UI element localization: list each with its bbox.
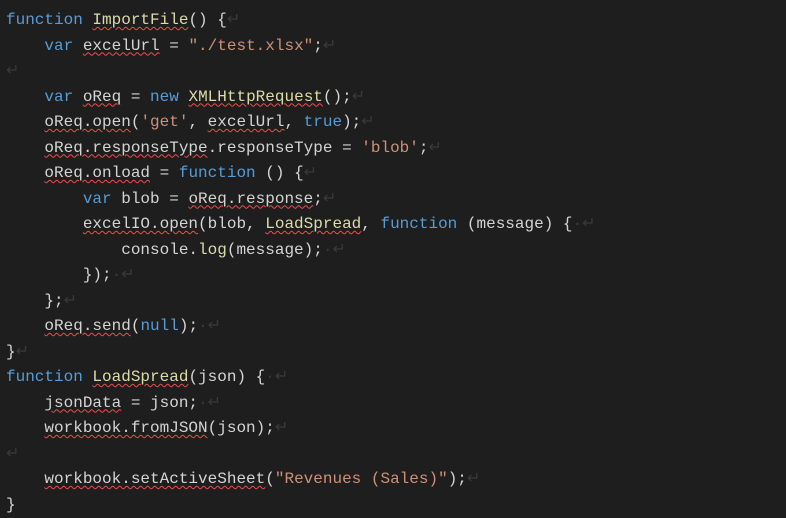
string-get: 'get' bbox=[140, 113, 188, 131]
code-block: function ImportFile() {↵ var excelUrl = … bbox=[6, 8, 780, 518]
identifier-excelio-open: excelIO.open bbox=[83, 215, 198, 233]
identifier-jsondata: jsonData bbox=[44, 394, 121, 412]
text-console: console. bbox=[6, 241, 198, 259]
whitespace-return: ↵ bbox=[582, 215, 595, 233]
whitespace-return: ↵ bbox=[304, 164, 317, 182]
identifier-oreq-open: oReq.open bbox=[44, 113, 130, 131]
text-json-eq: = json; bbox=[121, 394, 198, 412]
text-assign-eq: = bbox=[150, 164, 179, 182]
keyword-new: new bbox=[150, 88, 179, 106]
string-path: "./test.xlsx" bbox=[188, 37, 313, 55]
whitespace-dot: · bbox=[198, 394, 208, 412]
whitespace-return: ↵ bbox=[323, 190, 336, 208]
text-json-arg: (json); bbox=[208, 419, 275, 437]
whitespace-return: ↵ bbox=[6, 445, 19, 463]
whitespace-return: ↵ bbox=[428, 139, 441, 157]
text-json-param: (json) { bbox=[188, 368, 265, 386]
text-blob-eq: blob = bbox=[112, 190, 189, 208]
keyword-var: var bbox=[44, 37, 73, 55]
whitespace-return: ↵ bbox=[208, 394, 221, 412]
whitespace-dot: · bbox=[265, 368, 275, 386]
identifier-excelurl-arg: excelUrl bbox=[208, 113, 285, 131]
whitespace-return: ↵ bbox=[361, 113, 374, 131]
whitespace-return: ↵ bbox=[64, 292, 77, 310]
keyword-var: var bbox=[83, 190, 112, 208]
keyword-function: function bbox=[6, 368, 83, 386]
text-assign-responsetype: .responseType = bbox=[208, 139, 362, 157]
whitespace-dot: · bbox=[198, 317, 208, 335]
identifier-oreq-send: oReq.send bbox=[44, 317, 130, 335]
function-name-loadspread: LoadSpread bbox=[92, 368, 188, 386]
whitespace-dot: · bbox=[112, 266, 122, 284]
identifier-oreq-onload: oReq.onload bbox=[44, 164, 150, 182]
identifier-workbook-fromjson: workbook.fromJSON bbox=[44, 419, 207, 437]
whitespace-dot: · bbox=[573, 215, 583, 233]
text-message-arg: (message); bbox=[227, 241, 323, 259]
string-sheet: "Revenues (Sales)" bbox=[275, 470, 448, 488]
class-xmlhttprequest: XMLHttpRequest bbox=[188, 88, 322, 106]
whitespace-return: ↵ bbox=[227, 11, 240, 29]
whitespace-return: ↵ bbox=[275, 368, 288, 386]
whitespace-return: ↵ bbox=[323, 37, 336, 55]
string-blob: 'blob' bbox=[361, 139, 419, 157]
identifier-oreq-responsetype: oReq.responseType bbox=[44, 139, 207, 157]
keyword-null: null bbox=[140, 317, 178, 335]
whitespace-return: ↵ bbox=[16, 343, 29, 361]
keyword-function: function bbox=[6, 11, 83, 29]
whitespace-return: ↵ bbox=[6, 62, 19, 80]
identifier-excelurl: excelUrl bbox=[83, 37, 160, 55]
whitespace-return: ↵ bbox=[332, 241, 345, 259]
identifier-oreq: oReq bbox=[83, 88, 121, 106]
whitespace-return: ↵ bbox=[121, 266, 134, 284]
function-loadspread-ref: LoadSpread bbox=[265, 215, 361, 233]
identifier-workbook-setactivesheet: workbook.setActiveSheet bbox=[44, 470, 265, 488]
whitespace-return: ↵ bbox=[352, 88, 365, 106]
function-log: log bbox=[198, 241, 227, 259]
identifier-oreq-response: oReq.response bbox=[188, 190, 313, 208]
keyword-function: function bbox=[179, 164, 256, 182]
whitespace-return: ↵ bbox=[208, 317, 221, 335]
function-name-importfile: ImportFile bbox=[92, 11, 188, 29]
keyword-true: true bbox=[304, 113, 342, 131]
keyword-var: var bbox=[44, 88, 73, 106]
whitespace-return: ↵ bbox=[275, 419, 288, 437]
keyword-function: function bbox=[380, 215, 457, 233]
whitespace-return: ↵ bbox=[467, 470, 480, 488]
